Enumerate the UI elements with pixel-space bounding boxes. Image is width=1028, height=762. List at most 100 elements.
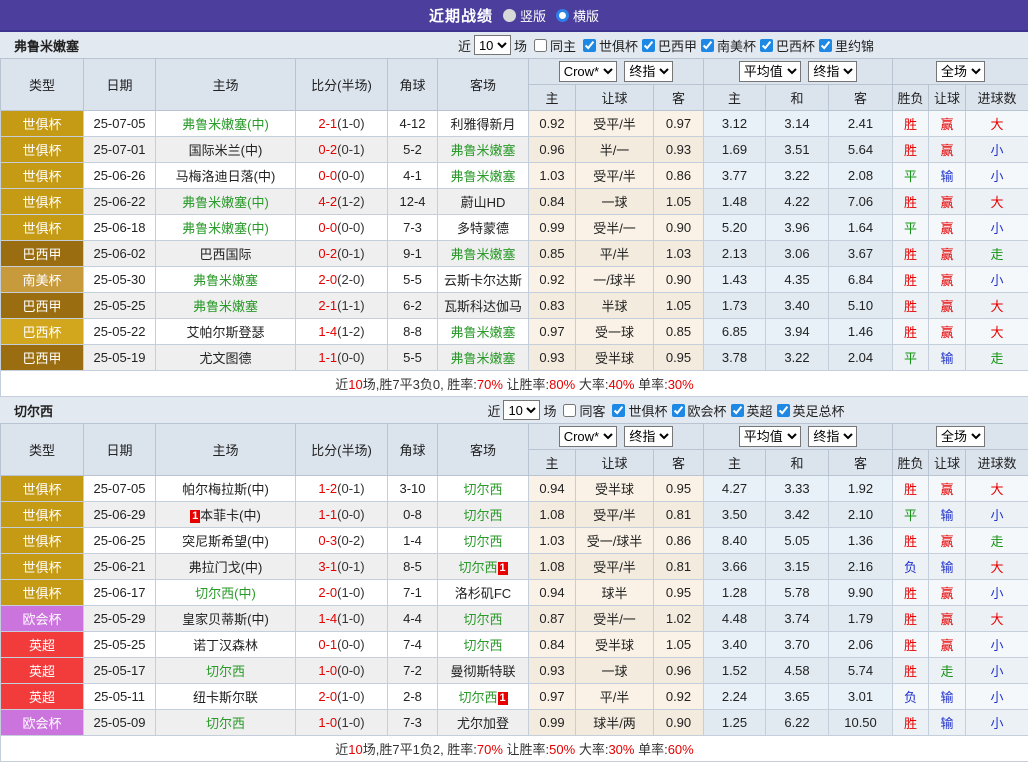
league-badge: 巴西甲 xyxy=(1,345,84,371)
section-fluminense: 弗鲁米嫩塞 近 10 场 同主 世俱杯巴西甲南美杯巴西杯里约锦 类型 日期 主场… xyxy=(0,32,1028,397)
odds-away: 0.90 xyxy=(654,267,704,293)
league-filter-option[interactable]: 英足总杯 xyxy=(773,401,845,420)
avg-select[interactable]: 平均值 xyxy=(739,61,801,82)
same-venue-checkbox[interactable] xyxy=(563,404,576,417)
league-checkbox[interactable] xyxy=(760,39,773,52)
fulltime-select[interactable]: 全场 xyxy=(936,426,985,447)
match-count-select[interactable]: 10 xyxy=(474,35,511,55)
home-team: 尤文图德 xyxy=(156,345,296,371)
avg-away: 2.10 xyxy=(829,502,893,528)
result-winlose: 胜 xyxy=(893,710,929,736)
avg-select[interactable]: 平均值 xyxy=(739,426,801,447)
col-date: 日期 xyxy=(84,424,156,476)
odds-away: 0.86 xyxy=(654,528,704,554)
league-filter-option[interactable]: 巴西杯 xyxy=(756,36,815,55)
fulltime-score: 1-0 xyxy=(318,715,337,730)
team-label: 弗鲁米嫩塞(中) xyxy=(182,221,269,236)
result-handicap: 赢 xyxy=(929,137,966,163)
league-checkbox[interactable] xyxy=(701,39,714,52)
result-winlose: 胜 xyxy=(893,293,929,319)
odds-handicap: 一球 xyxy=(576,189,654,215)
radio-vertical[interactable]: 竖版 xyxy=(503,6,546,25)
col-result-goals: 进球数 xyxy=(966,450,1028,476)
odds-source-select[interactable]: Crow* xyxy=(559,61,617,82)
odds-handicap: 受半球 xyxy=(576,345,654,371)
corner-count: 9-1 xyxy=(388,241,438,267)
corner-count: 8-5 xyxy=(388,554,438,580)
league-badge: 欧会杯 xyxy=(1,606,84,632)
odds-final-select[interactable]: 终指 xyxy=(624,61,673,82)
col-avg-home: 主 xyxy=(704,450,766,476)
team-label: 艾帕尔斯登瑟 xyxy=(186,325,264,340)
summary-text: 近 xyxy=(335,742,348,757)
league-filter-option[interactable]: 世俱杯 xyxy=(608,401,667,420)
fulltime-score: 2-1 xyxy=(318,116,337,131)
avg-final-select[interactable]: 终指 xyxy=(808,61,857,82)
away-team: 曼彻斯特联 xyxy=(438,658,529,684)
fulltime-select[interactable]: 全场 xyxy=(936,61,985,82)
col-corner: 角球 xyxy=(388,424,438,476)
same-venue-option[interactable]: 同客 xyxy=(559,401,605,420)
league-filter-option[interactable]: 欧会杯 xyxy=(668,401,727,420)
fulltime-score: 0-1 xyxy=(318,637,337,652)
radio-vertical-icon[interactable] xyxy=(503,9,516,22)
match-count-select[interactable]: 10 xyxy=(503,400,540,420)
team-label: 利雅得新月 xyxy=(450,117,515,132)
league-checkbox[interactable] xyxy=(819,39,832,52)
result-winlose: 胜 xyxy=(893,476,929,502)
league-checkbox[interactable] xyxy=(583,39,596,52)
league-label: 欧会杯 xyxy=(688,401,727,420)
result-winlose: 胜 xyxy=(893,267,929,293)
team-label: 弗鲁米嫩塞(中) xyxy=(182,195,269,210)
team-label: 弗鲁米嫩塞(中) xyxy=(182,117,269,132)
avg-home: 1.52 xyxy=(704,658,766,684)
odds-handicap: 一球 xyxy=(576,658,654,684)
radio-horizontal[interactable]: 横版 xyxy=(556,6,599,25)
away-team: 切尔西1 xyxy=(438,554,529,580)
result-winlose: 胜 xyxy=(893,528,929,554)
league-badge: 巴西甲 xyxy=(1,241,84,267)
avg-home: 1.28 xyxy=(704,580,766,606)
avg-final-select[interactable]: 终指 xyxy=(808,426,857,447)
league-filter-option[interactable]: 世俱杯 xyxy=(579,36,638,55)
fulltime-score: 0-0 xyxy=(318,220,337,235)
match-date: 25-05-25 xyxy=(84,293,156,319)
team-label: 多特蒙德 xyxy=(457,221,509,236)
avg-home: 6.85 xyxy=(704,319,766,345)
near-label: 近 xyxy=(487,401,500,420)
corner-count: 3-10 xyxy=(388,476,438,502)
summary-value: 80% xyxy=(549,377,575,392)
same-venue-option[interactable]: 同主 xyxy=(530,36,576,55)
league-badge: 英超 xyxy=(1,658,84,684)
halftime-score: (0-0) xyxy=(337,350,364,365)
result-handicap: 赢 xyxy=(929,606,966,632)
near-label: 近 xyxy=(458,36,471,55)
avg-draw: 3.22 xyxy=(766,345,829,371)
league-filter-option[interactable]: 里约锦 xyxy=(815,36,874,55)
league-filter-option[interactable]: 英超 xyxy=(727,401,773,420)
corner-count: 7-2 xyxy=(388,658,438,684)
league-checkbox[interactable] xyxy=(612,404,625,417)
radio-horizontal-icon[interactable] xyxy=(556,9,569,22)
odds-handicap: 受平/半 xyxy=(576,163,654,189)
result-winlose: 负 xyxy=(893,684,929,710)
league-checkbox[interactable] xyxy=(731,404,744,417)
odds-final-select[interactable]: 终指 xyxy=(624,426,673,447)
odds-home: 0.84 xyxy=(529,189,576,215)
odds-source-select[interactable]: Crow* xyxy=(559,426,617,447)
col-score: 比分(半场) xyxy=(296,424,388,476)
league-checkbox[interactable] xyxy=(777,404,790,417)
odds-home: 0.85 xyxy=(529,241,576,267)
same-venue-checkbox[interactable] xyxy=(534,39,547,52)
corner-count: 7-3 xyxy=(388,215,438,241)
match-score: 2-1(1-1) xyxy=(296,293,388,319)
league-checkbox[interactable] xyxy=(672,404,685,417)
league-checkbox[interactable] xyxy=(642,39,655,52)
league-filter-option[interactable]: 巴西甲 xyxy=(638,36,697,55)
league-filter-option[interactable]: 南美杯 xyxy=(697,36,756,55)
odds-away: 1.02 xyxy=(654,606,704,632)
avg-away: 9.90 xyxy=(829,580,893,606)
team-label: 尤文图德 xyxy=(199,351,251,366)
team-label: 弗鲁米嫩塞 xyxy=(450,169,515,184)
result-winlose: 胜 xyxy=(893,111,929,137)
